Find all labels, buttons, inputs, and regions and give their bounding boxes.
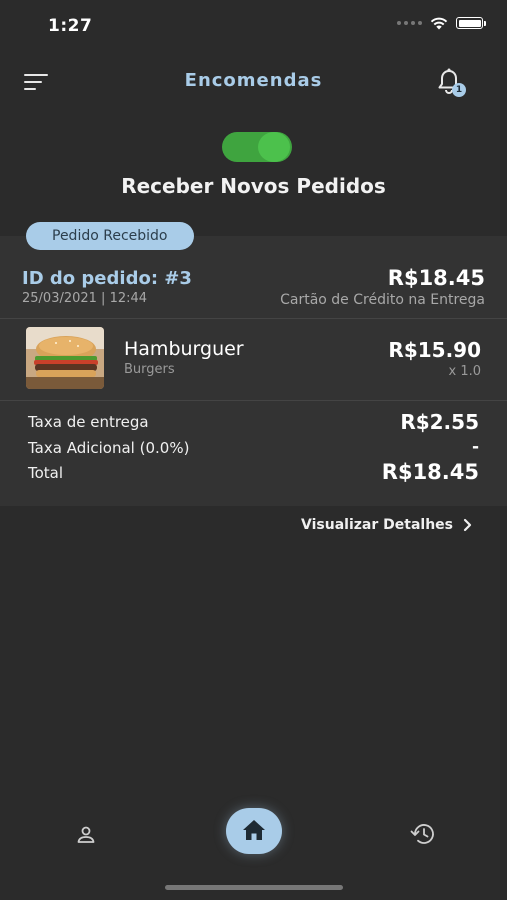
payment-method: Cartão de Crédito na Entrega [280,292,485,308]
home-indicator [165,885,343,890]
order-id: ID do pedido: #3 [22,268,192,289]
additional-fee-value: - [471,437,479,457]
item-price: R$15.90 [388,338,481,362]
app-header: Encomendas 1 [0,62,507,102]
status-icons [397,16,486,30]
view-details-label: Visualizar Detalhes [301,517,453,533]
delivery-fee-label: Taxa de entrega [28,413,149,431]
nav-home-button[interactable] [226,808,282,854]
signal-dots-icon [397,21,422,25]
toggle-knob [258,132,290,162]
notification-badge: 1 [452,83,466,97]
chevron-right-icon [463,518,472,532]
divider [0,400,507,401]
status-bar: 1:27 [0,0,507,50]
history-icon [410,824,434,844]
notification-button[interactable]: 1 [436,68,468,100]
receive-orders-toggle[interactable] [222,132,292,162]
bottom-nav [0,800,507,870]
user-icon [77,826,95,843]
nav-history-button[interactable] [410,822,436,846]
page-title: Encomendas [184,70,323,91]
view-details-link[interactable]: Visualizar Detalhes [301,517,473,533]
total-value: R$18.45 [381,460,479,484]
receive-orders-label: Receber Novos Pedidos [121,174,386,198]
item-quantity: x 1.0 [448,364,482,379]
divider [0,318,507,319]
status-time: 1:27 [48,16,93,36]
battery-icon [456,17,486,29]
nav-profile-button[interactable] [74,822,98,846]
order-date: 25/03/2021 | 12:44 [22,291,148,306]
wifi-icon [430,17,448,30]
additional-fee-label: Taxa Adicional (0.0%) [28,439,190,457]
item-category: Burgers [124,362,175,377]
total-label: Total [28,464,64,482]
burger-image [26,327,104,389]
order-total: R$18.45 [387,266,485,290]
delivery-fee-value: R$2.55 [400,410,479,434]
order-status-badge: Pedido Recebido [26,222,194,250]
home-icon [243,820,265,840]
item-name: Hamburguer [124,338,244,360]
